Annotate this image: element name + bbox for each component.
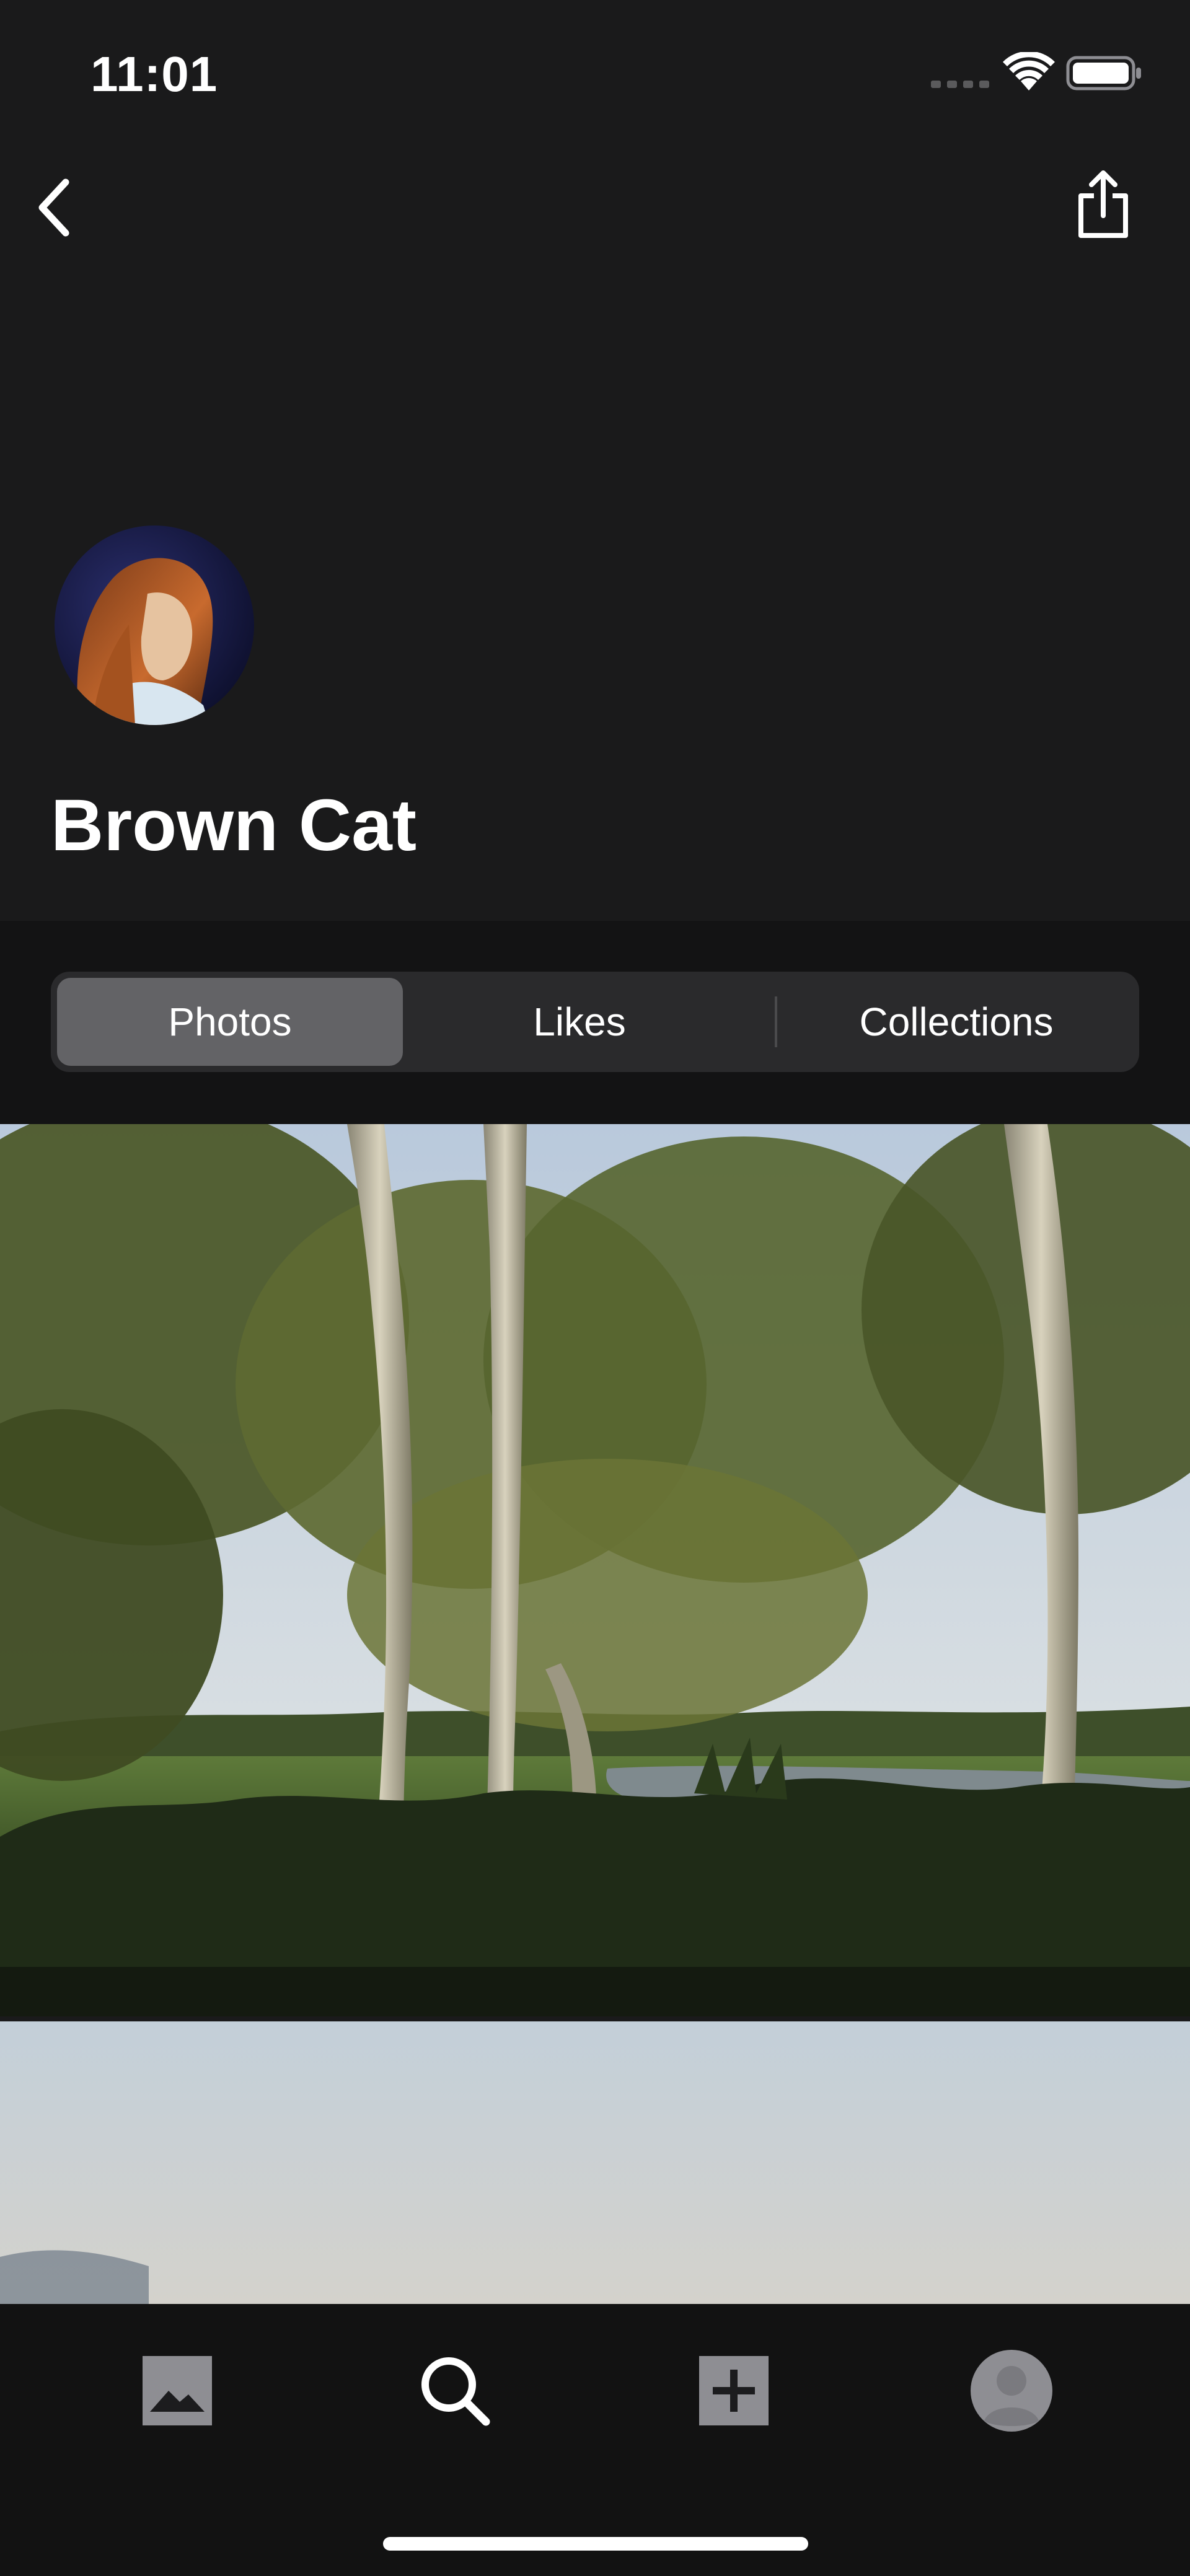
segment-collections[interactable]: Collections <box>780 978 1133 1066</box>
wifi-icon <box>1003 52 1055 90</box>
battery-icon <box>1066 56 1141 90</box>
segment-likes[interactable]: Likes <box>407 978 752 1066</box>
tab-profile[interactable] <box>950 2329 1073 2453</box>
tab-bar <box>0 2304 1190 2576</box>
avatar-image <box>55 525 254 725</box>
cellular-signal-icon <box>931 81 989 88</box>
tab-photos[interactable] <box>115 2329 239 2453</box>
segment-divider <box>775 996 777 1047</box>
photo-icon <box>143 2356 212 2425</box>
back-button[interactable] <box>19 167 87 248</box>
landscape-photo <box>0 1124 1190 2016</box>
share-button[interactable] <box>1066 161 1140 248</box>
share-icon <box>1078 170 1128 238</box>
profile-name: Brown Cat <box>51 785 416 866</box>
status-bar: 11:01 <box>0 0 1190 149</box>
profile-avatar-icon <box>971 2350 1052 2432</box>
avatar <box>55 525 254 725</box>
tab-search[interactable] <box>393 2329 517 2453</box>
search-icon <box>421 2357 490 2426</box>
photo-card[interactable] <box>0 2021 1190 2306</box>
home-indicator <box>383 2537 808 2551</box>
segment-photos[interactable]: Photos <box>57 978 403 1066</box>
segmented-control: Photos Likes Collections <box>51 972 1139 1072</box>
status-time: 11:01 <box>90 46 218 102</box>
tab-add[interactable] <box>672 2329 796 2453</box>
chevron-left-icon <box>38 178 69 237</box>
sky-photo <box>0 2021 1190 2306</box>
photo-card[interactable] <box>0 1124 1190 2016</box>
plus-square-icon <box>699 2356 769 2425</box>
